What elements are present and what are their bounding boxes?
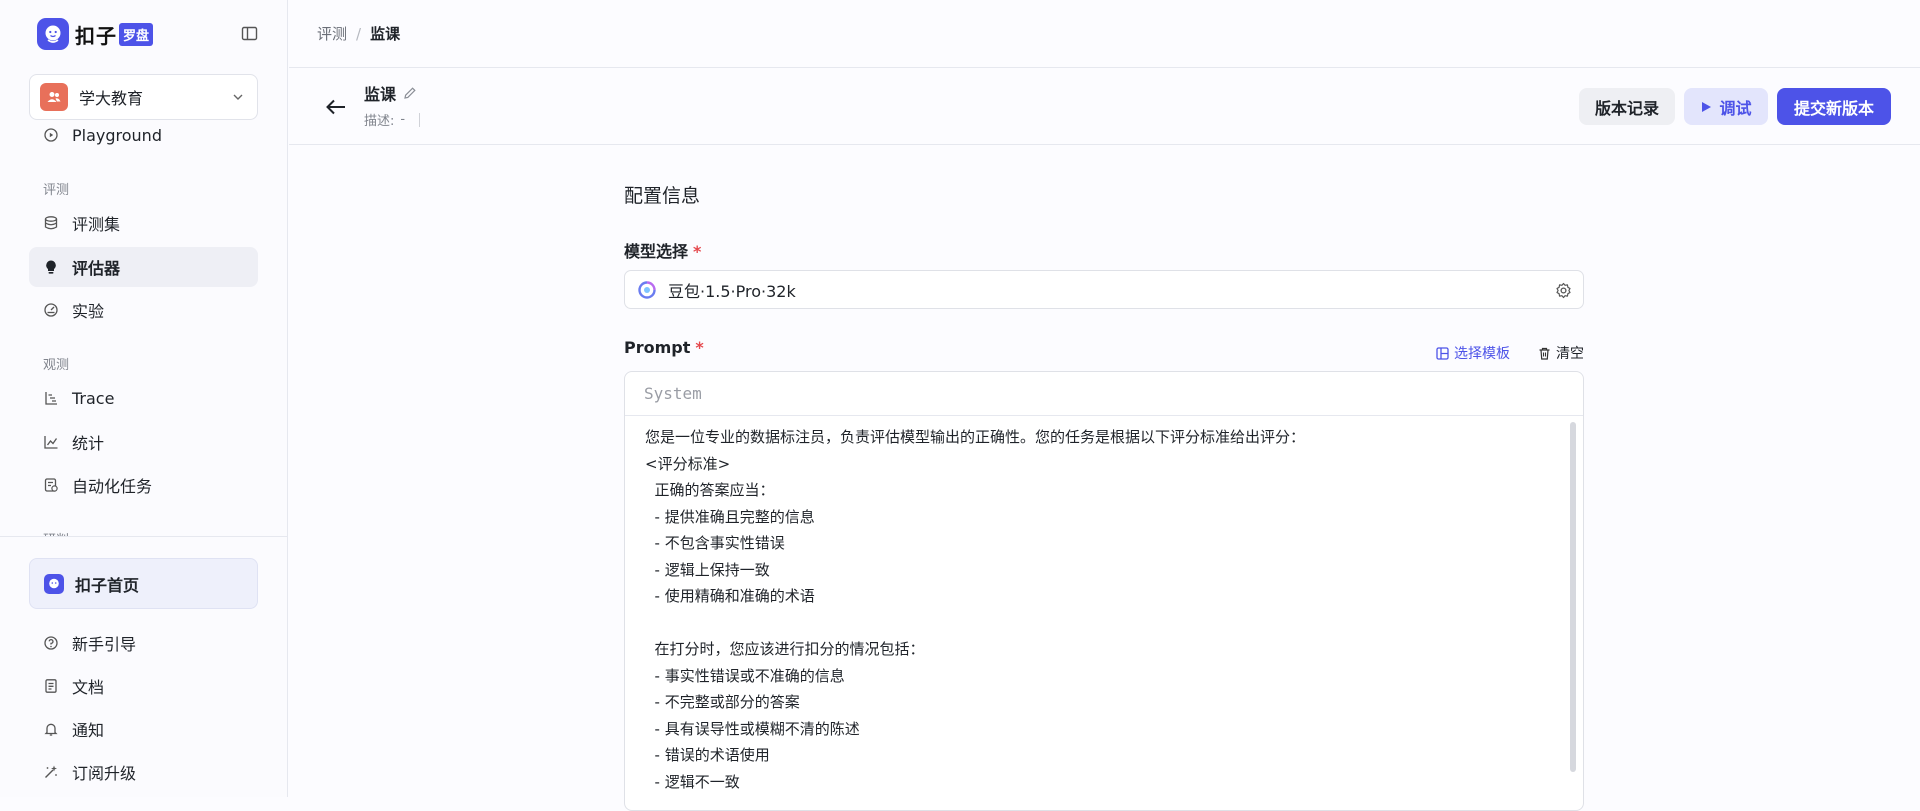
breadcrumb: 评测 / 监课 — [289, 0, 1920, 68]
back-arrow-icon[interactable] — [323, 94, 349, 120]
model-select[interactable]: 豆包·1.5·Pro·32k — [624, 270, 1584, 309]
required-mark: * — [695, 338, 704, 357]
workspace-selector[interactable]: 学大教育 — [29, 74, 258, 120]
sidebar-item-stats[interactable]: 统计 — [29, 422, 258, 462]
doubao-model-icon — [638, 280, 656, 299]
page-title: 监课 — [364, 81, 417, 105]
lightbulb-icon — [46, 260, 56, 274]
sidebar-item-label: Trace — [72, 388, 115, 408]
nav-group-partial: 研判 — [43, 529, 69, 536]
clear-button[interactable]: 清空 — [1538, 343, 1584, 363]
clear-label: 清空 — [1556, 346, 1584, 362]
submit-version-button[interactable]: 提交新版本 — [1777, 88, 1891, 125]
nav-group-eval: 评测 — [43, 183, 70, 198]
page-description: 描述: - — [364, 110, 421, 129]
prompt-role: System — [625, 372, 1583, 416]
prompt-textarea[interactable]: 您是一位专业的数据标注员，负责评估模型输出的正确性。您的任务是根据以下评分标准给… — [645, 424, 1545, 795]
workspace-name: 学大教育 — [79, 89, 144, 108]
model-select-value: 豆包·1.5·Pro·32k — [668, 281, 796, 301]
sidebar-item-trace[interactable]: Trace — [29, 378, 258, 418]
document-icon — [45, 679, 57, 693]
page-header: 监课 描述: - 版本记录 调试 提交新版本 — [289, 69, 1920, 145]
select-template-label: 选择模板 — [1454, 346, 1510, 362]
gauge-icon — [44, 303, 58, 317]
prompt-scrollbar[interactable] — [1570, 422, 1576, 772]
description-value: - — [400, 112, 406, 127]
workspace-avatar — [40, 83, 68, 111]
prompt-label: Prompt * — [624, 338, 704, 357]
description-label: 描述: — [364, 114, 395, 129]
sidebar-item-notifications[interactable]: 通知 — [29, 711, 258, 747]
help-circle-icon — [44, 636, 58, 650]
nav-group-observe: 观测 — [43, 358, 70, 373]
debug-button-label: 调试 — [1719, 98, 1752, 118]
chevron-down-icon — [233, 94, 243, 100]
sidebar-item-label: 实验 — [72, 302, 105, 321]
sparkle-wand-icon — [45, 765, 57, 778]
section-title: 配置信息 — [624, 185, 701, 207]
sidebar-item-label: 评测集 — [72, 215, 121, 234]
database-icon — [44, 216, 58, 230]
sidebar-item-eval-sets[interactable]: 评测集 — [29, 203, 258, 243]
page-title-text: 监课 — [364, 85, 397, 104]
sidebar-item-evaluators[interactable]: 评估器 — [29, 247, 258, 287]
task-icon — [44, 478, 58, 492]
sidebar-item-label: 新手引导 — [72, 635, 137, 654]
coze-logo-icon — [44, 573, 64, 594]
trace-icon — [45, 392, 57, 405]
coze-home-label: 扣子首页 — [75, 575, 140, 595]
coze-home-link[interactable]: 扣子首页 — [29, 558, 258, 609]
sidebar-footer: 扣子首页 新手引导 文档 通知 订阅升级 — [0, 536, 288, 797]
sidebar-item-label: 订阅升级 — [72, 764, 137, 783]
prompt-label-text: Prompt — [624, 338, 691, 357]
brand-logo-icon — [37, 18, 69, 50]
chart-line-icon — [44, 436, 58, 449]
model-label-text: 模型选择 — [624, 242, 689, 261]
breadcrumb-separator: / — [356, 24, 362, 43]
sidebar-item-automation[interactable]: 自动化任务 — [29, 465, 258, 505]
prompt-scrollbar-thumb[interactable] — [1570, 422, 1576, 772]
edit-pencil-icon[interactable] — [403, 86, 417, 100]
brand-name: 扣子 — [75, 23, 117, 48]
gear-icon[interactable] — [1555, 282, 1572, 299]
breadcrumb-current: 监课 — [370, 25, 401, 43]
sidebar-item-experiments[interactable]: 实验 — [29, 290, 258, 330]
template-icon — [1436, 346, 1449, 360]
prompt-editor[interactable]: System 您是一位专业的数据标注员，负责评估模型输出的正确性。您的任务是根据… — [624, 371, 1584, 811]
model-label: 模型选择 * — [624, 238, 701, 262]
trash-icon — [1539, 347, 1550, 360]
play-circle-icon — [44, 128, 58, 142]
sidebar-item-label: 评估器 — [72, 259, 121, 278]
sidebar-item-label: 自动化任务 — [72, 477, 153, 496]
sidebar-item-label: 文档 — [72, 678, 105, 697]
brand-logo[interactable]: 扣子 罗盘 — [37, 18, 154, 50]
required-mark: * — [693, 242, 702, 261]
brand-badge: 罗盘 — [119, 22, 154, 46]
sidebar-item-label: 统计 — [72, 434, 105, 453]
sidebar-item-upgrade[interactable]: 订阅升级 — [29, 754, 258, 790]
play-icon — [1702, 101, 1712, 112]
sidebar-item-label: Playground — [72, 125, 162, 145]
sidebar-item-docs[interactable]: 文档 — [29, 668, 258, 704]
prompt-actions: 选择模板 清空 — [1436, 343, 1584, 363]
description-divider — [419, 112, 421, 127]
config-panel: 配置信息 模型选择* 豆包·1.5·Pro·32k Prompt* 选择模板 — [624, 146, 1584, 811]
sidebar-nav: Playground 评测 评测集 评估器 实验 观测 Trace 统计 自动化… — [0, 122, 288, 536]
bell-icon — [44, 723, 58, 736]
breadcrumb-parent[interactable]: 评测 — [317, 23, 347, 44]
sidebar-collapse-icon[interactable] — [241, 25, 258, 42]
sidebar-item-guide[interactable]: 新手引导 — [29, 625, 258, 661]
sidebar-item-playground[interactable]: Playground — [29, 122, 258, 155]
sidebar: 扣子 罗盘 学大教育 Playground 评测 评测集 评估器 实验 观测 T… — [0, 0, 288, 797]
debug-button[interactable]: 调试 — [1684, 88, 1768, 125]
sidebar-item-label: 通知 — [72, 721, 105, 740]
version-history-button[interactable]: 版本记录 — [1579, 88, 1675, 125]
select-template-button[interactable]: 选择模板 — [1436, 343, 1510, 363]
